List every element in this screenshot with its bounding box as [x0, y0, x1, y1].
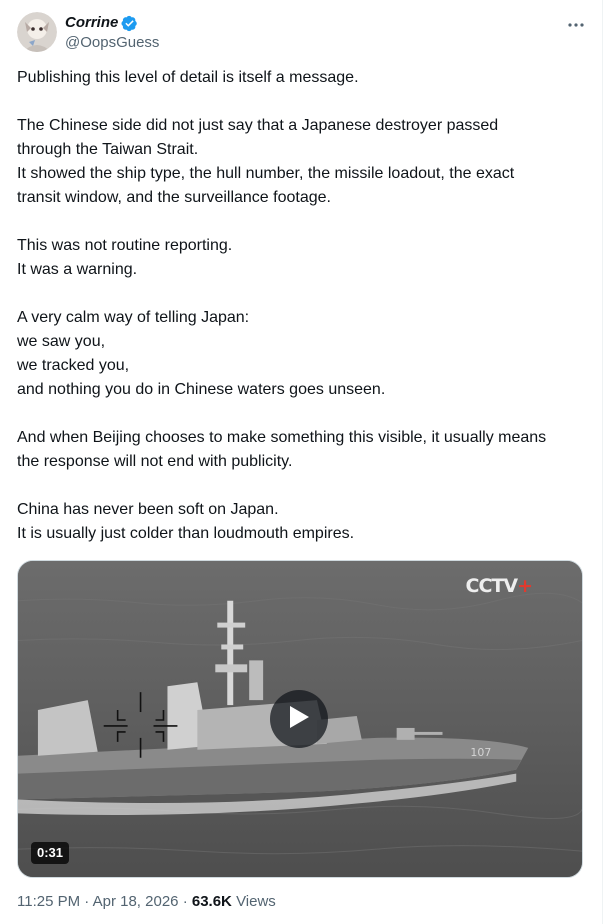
views-label: Views [236, 893, 276, 910]
views-count: 63.6K [191, 893, 232, 910]
author-names: Corrine @OopsGuess [65, 14, 159, 53]
tweet-text-line: The Chinese side did not just say that a… [17, 117, 499, 134]
play-button[interactable] [270, 690, 328, 748]
tweet-text-line: And when Beijing chooses to make somethi… [17, 429, 547, 446]
tweet-text-line: It was a warning. [17, 261, 138, 278]
tweet-text-line: transit window, and the surveillance foo… [17, 189, 331, 206]
meta-separator: · [84, 893, 90, 910]
meta-separator: · [182, 893, 188, 910]
display-name-text: Corrine [65, 14, 119, 31]
tweet-text-line: A very calm way of telling Japan: [17, 309, 250, 326]
tweet-header: Corrine @OopsGuess [17, 12, 587, 56]
video-player[interactable]: 107 CCTV+ 0:31 [17, 560, 583, 878]
more-dots-icon[interactable] [565, 16, 587, 34]
tweet-text-line: China has never been soft on Japan. [17, 501, 279, 518]
tweet-card: Corrine @OopsGuess Publishing this level… [0, 0, 603, 924]
tweet-text-line: through the Taiwan Strait. [17, 141, 199, 158]
tweet-text-line: and nothing you do in Chinese waters goe… [17, 381, 386, 398]
tweet-meta: 11:25 PM · Apr 18, 2026 · 63.6K Views [17, 892, 276, 912]
tweet-text-line: the response will not end with publicity… [17, 453, 293, 470]
tweet-text: Publishing this level of detail is itsel… [17, 66, 587, 546]
author-display-name[interactable]: Corrine [65, 14, 138, 32]
post-date[interactable]: Apr 18, 2026 [93, 893, 179, 910]
watermark-plus: + [517, 575, 533, 597]
video-duration: 0:31 [31, 842, 70, 864]
tweet-text-line: It is usually just colder than loudmouth… [17, 525, 355, 542]
cctv-watermark: CCTV+ [465, 575, 533, 597]
post-time[interactable]: 11:25 PM [17, 893, 80, 910]
tweet-text-line: It showed the ship type, the hull number… [17, 165, 515, 182]
avatar[interactable] [17, 12, 57, 52]
tweet-text-line: Publishing this level of detail is itsel… [17, 69, 359, 86]
tweet-text-line: This was not routine reporting. [17, 237, 233, 254]
author-handle[interactable]: @OopsGuess [65, 33, 159, 53]
verified-badge-icon [121, 15, 138, 32]
watermark-text: CCTV [465, 575, 519, 597]
tweet-text-line: we tracked you, [17, 357, 130, 374]
tweet-text-line: we saw you, [17, 333, 106, 350]
play-icon [287, 704, 311, 735]
hull-number: 107 [470, 746, 491, 759]
